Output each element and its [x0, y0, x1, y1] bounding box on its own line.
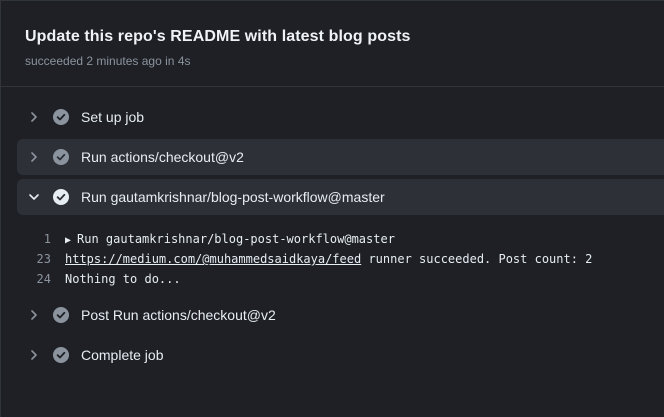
run-duration: 4s — [177, 54, 191, 68]
step-label: Run actions/checkout@v2 — [81, 149, 244, 165]
log-line: 1 ▶ Run gautamkrishnar/blog-post-workflow… — [17, 229, 664, 249]
step-label: Complete job — [81, 347, 164, 363]
chevron-right-icon[interactable] — [27, 150, 41, 164]
run-status: succeeded — [25, 54, 84, 68]
run-time: 2 minutes ago — [86, 54, 162, 68]
line-number: 24 — [36, 272, 51, 286]
log-line: 23 https://medium.com/@muhammedsaidkaya/… — [17, 249, 664, 269]
line-number: 23 — [36, 252, 51, 266]
run-subtitle: succeeded 2 minutes ago in 4s — [25, 54, 640, 68]
log-text: Run gautamkrishnar/blog-post-workflow@ma… — [77, 232, 395, 246]
log-group-toggle[interactable]: ▶ Run gautamkrishnar/blog-post-workflow@m… — [65, 232, 395, 246]
line-number: 1 — [43, 232, 51, 246]
check-circle-icon — [53, 109, 69, 125]
steps-list: Set up job Run actions/checkout@v2 Run g… — [1, 87, 664, 373]
run-duration-prefix: in — [165, 54, 175, 68]
step-complete-job[interactable]: Complete job — [17, 337, 664, 373]
log-text-suffix: runner succeeded. Post count: 2 — [361, 252, 593, 266]
run-title: Update this repo's README with latest bl… — [25, 28, 411, 45]
step-run-checkout[interactable]: Run actions/checkout@v2 — [17, 139, 664, 175]
step-label: Post Run actions/checkout@v2 — [81, 307, 276, 323]
chevron-right-icon[interactable] — [27, 348, 41, 362]
run-header: Update this repo's README with latest bl… — [1, 1, 664, 87]
feed-link[interactable]: https://medium.com/@muhammedsaidkaya/fee… — [65, 252, 361, 266]
check-circle-icon — [53, 149, 69, 165]
step-label: Run gautamkrishnar/blog-post-workflow@ma… — [81, 189, 385, 205]
check-circle-icon — [53, 307, 69, 323]
check-circle-icon — [53, 189, 69, 205]
chevron-right-icon[interactable] — [27, 110, 41, 124]
check-circle-icon — [53, 347, 69, 363]
step-post-run-checkout[interactable]: Post Run actions/checkout@v2 — [17, 297, 664, 333]
triangle-right-icon: ▶ — [65, 235, 72, 246]
step-set-up-job[interactable]: Set up job — [17, 99, 664, 135]
step-label: Set up job — [81, 109, 145, 125]
chevron-right-icon[interactable] — [27, 308, 41, 322]
log-text: https://medium.com/@muhammedsaidkaya/fee… — [65, 252, 592, 266]
step-log: 1 ▶ Run gautamkrishnar/blog-post-workflow… — [17, 219, 664, 297]
log-text: Nothing to do... — [65, 272, 181, 286]
chevron-down-icon[interactable] — [27, 190, 41, 204]
log-line: 24 Nothing to do... — [17, 269, 664, 289]
step-run-blog-post-workflow[interactable]: Run gautamkrishnar/blog-post-workflow@ma… — [17, 179, 664, 215]
workflow-run-panel: Update this repo's README with latest bl… — [0, 0, 664, 417]
